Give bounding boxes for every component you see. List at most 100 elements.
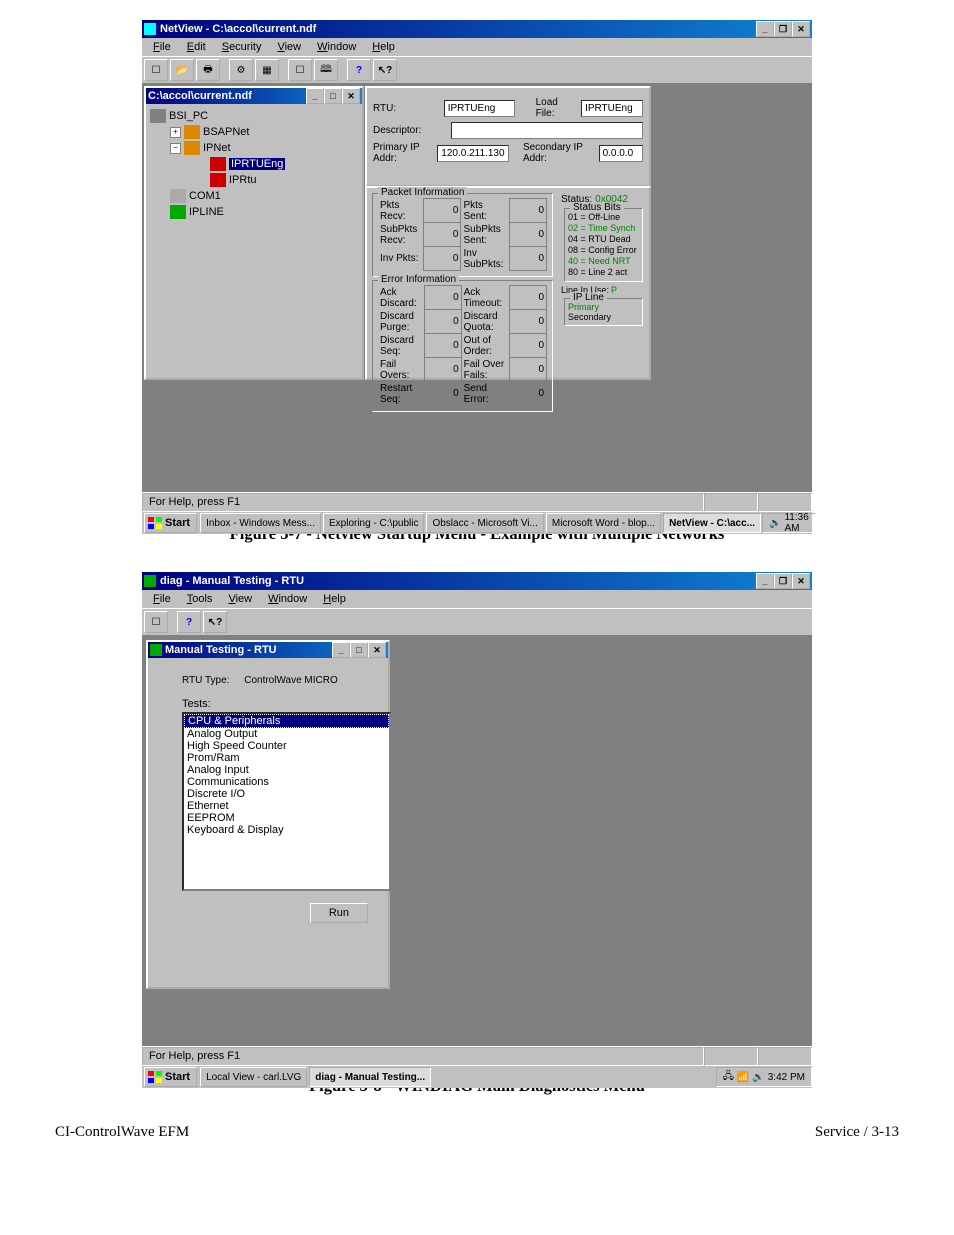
- status-pane-2: [758, 493, 812, 512]
- menu-window[interactable]: Window: [310, 40, 363, 54]
- tree-close[interactable]: ✕: [342, 88, 360, 104]
- toolbtn-new[interactable]: ☐: [144, 59, 168, 81]
- toolbtn-whatsthis[interactable]: ↖?: [373, 59, 397, 81]
- toolbtn-open[interactable]: 📂: [170, 59, 194, 81]
- taskbar-item[interactable]: Local View - carl.LVG: [200, 1067, 307, 1087]
- list-item[interactable]: Ethernet: [184, 800, 389, 812]
- mdi-client: Manual Testing - RTU _ □ ✕ RTU Type: Con…: [142, 636, 812, 1046]
- tree-minimize[interactable]: _: [306, 88, 324, 104]
- toolbtn-new[interactable]: ☐: [144, 611, 168, 633]
- start-button[interactable]: Start: [144, 513, 197, 533]
- menu-window[interactable]: Window: [261, 592, 314, 606]
- err-value: 0: [510, 358, 547, 382]
- status-pane-1: [704, 493, 758, 512]
- err-value: 0: [510, 334, 547, 358]
- descriptor-field[interactable]: [451, 122, 643, 139]
- toolbtn-help[interactable]: ?: [347, 59, 371, 81]
- menu-security[interactable]: Security: [215, 40, 269, 54]
- taskbar-item[interactable]: Microsoft Word - blop...: [546, 513, 661, 533]
- taskbar: Start Local View - carl.LVGdiag - Manual…: [142, 1065, 812, 1088]
- ipline-primary: Primary: [568, 302, 639, 312]
- toolbtn-tool2[interactable]: ▦: [255, 59, 279, 81]
- primary-ip-field[interactable]: 120.0.211.130: [437, 145, 508, 162]
- mt-maximize[interactable]: □: [350, 642, 368, 658]
- menu-file[interactable]: File: [146, 40, 178, 54]
- minimize-button[interactable]: _: [756, 573, 774, 589]
- manual-testing-title: Manual Testing - RTU _ □ ✕: [148, 642, 388, 658]
- mt-close[interactable]: ✕: [368, 642, 386, 658]
- status-pane-1: [704, 1047, 758, 1066]
- tree-ipline[interactable]: IPLINE: [170, 204, 358, 220]
- packet-info-group: Pkts Recv:0Pkts Sent:0SubPkts Recv:0SubP…: [372, 193, 553, 277]
- tree-com1[interactable]: COM1: [170, 188, 358, 204]
- collapse-icon[interactable]: −: [170, 143, 181, 154]
- packet-table: Pkts Recv:0Pkts Sent:0SubPkts Recv:0SubP…: [378, 198, 547, 271]
- toolbtn-whatsthis[interactable]: ↖?: [203, 611, 227, 633]
- list-item[interactable]: Keyboard & Display: [184, 824, 389, 836]
- list-item[interactable]: EEPROM: [184, 812, 389, 824]
- list-item[interactable]: Analog Input: [184, 764, 389, 776]
- window-titlebar: diag - Manual Testing - RTU _ ❐ ✕: [142, 572, 812, 590]
- err-value: 0: [510, 310, 547, 334]
- err-label: Discard Quota:: [461, 310, 509, 334]
- list-item[interactable]: CPU & Peripherals: [184, 714, 389, 728]
- menu-tools[interactable]: Tools: [180, 592, 220, 606]
- list-item[interactable]: Discrete I/O: [184, 788, 389, 800]
- close-button[interactable]: ✕: [792, 21, 810, 37]
- tree-root[interactable]: BSI_PC: [150, 108, 358, 124]
- taskbar-item[interactable]: diag - Manual Testing...: [309, 1067, 431, 1087]
- pkt-value: 0: [424, 247, 461, 271]
- err-label: Send Error:: [461, 382, 509, 406]
- tray-icon: 🔊: [752, 1072, 764, 1083]
- rtu-field[interactable]: IPRTUEng: [444, 100, 515, 117]
- err-value: 0: [424, 310, 461, 334]
- toolbtn-tool4[interactable]: 🕮: [314, 59, 338, 81]
- close-button[interactable]: ✕: [792, 573, 810, 589]
- toolbtn-print[interactable]: 🖶: [196, 59, 220, 81]
- footer-left: CI-ControlWave EFM: [55, 1124, 189, 1141]
- clock: 11:36 AM: [784, 512, 808, 534]
- list-item[interactable]: Communications: [184, 776, 389, 788]
- list-item[interactable]: Prom/Ram: [184, 752, 389, 764]
- tree-ipnet[interactable]: −IPNet: [170, 140, 358, 156]
- err-label: Restart Seq:: [378, 382, 424, 406]
- maximize-button[interactable]: ❐: [774, 21, 792, 37]
- list-item[interactable]: High Speed Counter: [184, 740, 389, 752]
- taskbar-item[interactable]: Exploring - C:\public: [323, 513, 424, 533]
- tray-icon: 🖧: [723, 1069, 734, 1086]
- taskbar-item[interactable]: Obslacc - Microsoft Vi...: [426, 513, 543, 533]
- manual-testing-window: Manual Testing - RTU _ □ ✕ RTU Type: Con…: [146, 640, 390, 989]
- menu-view[interactable]: View: [270, 40, 308, 54]
- taskbar-item[interactable]: Inbox - Windows Mess...: [200, 513, 321, 533]
- start-button[interactable]: Start: [144, 1067, 197, 1087]
- toolbtn-help[interactable]: ?: [177, 611, 201, 633]
- mt-minimize[interactable]: _: [332, 642, 350, 658]
- err-label: Fail Over Fails:: [461, 358, 509, 382]
- menu-view[interactable]: View: [221, 592, 259, 606]
- menu-help[interactable]: Help: [365, 40, 402, 54]
- secondary-ip-field[interactable]: 0.0.0.0: [599, 145, 643, 162]
- tree-iprtu[interactable]: IPRtu: [210, 172, 358, 188]
- menu-file[interactable]: File: [146, 592, 178, 606]
- mdi-client: C:\accol\current.ndf _ □ ✕ BSI_PC +BSAPN…: [142, 84, 812, 492]
- toolbtn-tool3[interactable]: ☐: [288, 59, 312, 81]
- line-icon: [170, 205, 186, 219]
- minimize-button[interactable]: _: [756, 21, 774, 37]
- run-button[interactable]: Run: [310, 903, 368, 923]
- pkt-label: Inv Pkts:: [378, 247, 424, 271]
- loadfile-field[interactable]: IPRTUEng: [581, 100, 643, 117]
- tree-maximize[interactable]: □: [324, 88, 342, 104]
- taskbar-item[interactable]: NetView - C:\acc...: [663, 513, 761, 533]
- tree-iprtueng[interactable]: IPRTUEng: [210, 156, 358, 172]
- status-bit: 02 = Time Synch: [568, 223, 639, 234]
- maximize-button[interactable]: ❐: [774, 573, 792, 589]
- expand-icon[interactable]: +: [170, 127, 181, 138]
- toolbtn-tool1[interactable]: ⚙: [229, 59, 253, 81]
- status-bit: 08 = Config Error: [568, 245, 639, 256]
- menu-edit[interactable]: Edit: [180, 40, 213, 54]
- tree-bsapnet[interactable]: +BSAPNet: [170, 124, 358, 140]
- list-item[interactable]: Analog Output: [184, 728, 389, 740]
- tests-listbox[interactable]: CPU & PeripheralsAnalog OutputHigh Speed…: [182, 712, 391, 891]
- menubar: File Edit Security View Window Help: [142, 38, 812, 56]
- menu-help[interactable]: Help: [316, 592, 353, 606]
